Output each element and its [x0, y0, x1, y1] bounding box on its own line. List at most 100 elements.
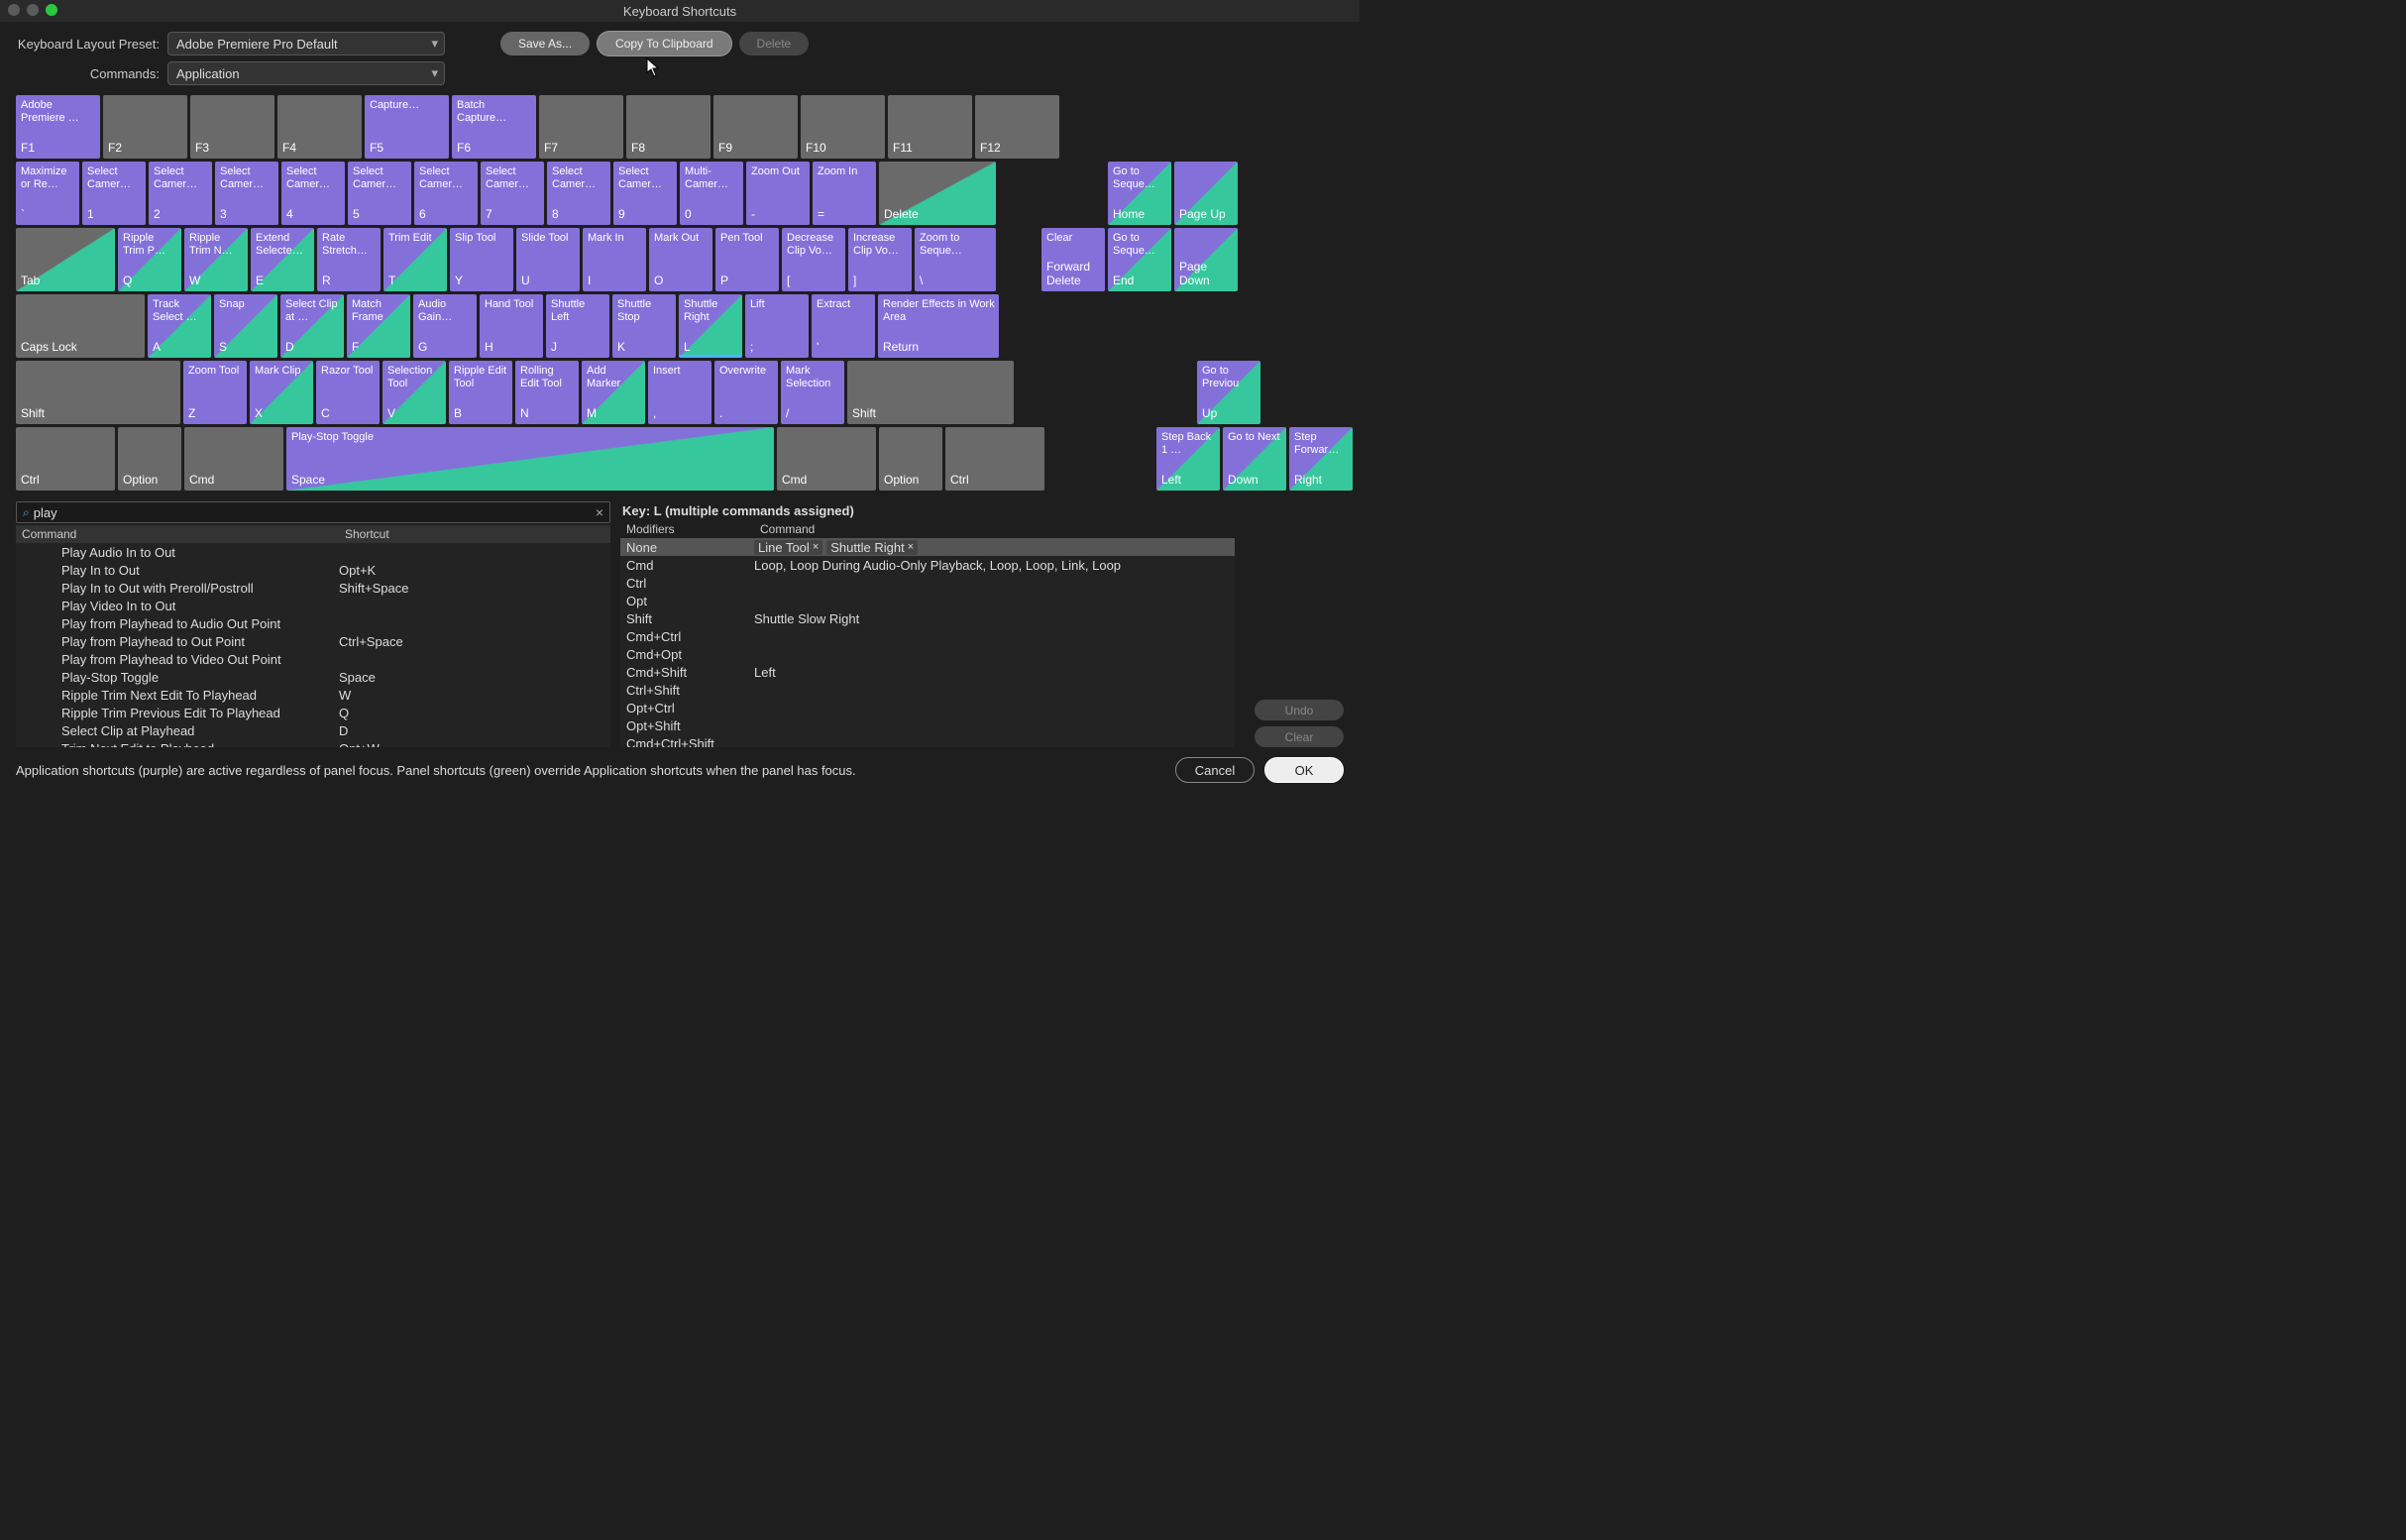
key-,[interactable]: Insert,	[648, 361, 711, 424]
modifier-row[interactable]: Ctrl	[620, 574, 1235, 592]
key-u[interactable]: Slide ToolU	[516, 228, 580, 291]
search-input[interactable]	[34, 505, 596, 520]
modifier-row[interactable]: Ctrl+Shift	[620, 681, 1235, 699]
modifier-row[interactable]: Cmd+Ctrl	[620, 627, 1235, 645]
key-return[interactable]: Render Effects in Work AreaReturn	[878, 294, 999, 358]
command-row[interactable]: Play from Playhead to Out PointCtrl+Spac…	[16, 632, 610, 650]
key-l[interactable]: Shuttle RightL	[679, 294, 742, 358]
preset-select[interactable]: Adobe Premiere Pro Default	[167, 32, 445, 55]
key-d[interactable]: Select Clip at …D	[280, 294, 344, 358]
modifier-row[interactable]: Cmd+Opt	[620, 645, 1235, 663]
clear-search-icon[interactable]: ×	[596, 504, 603, 520]
key-b[interactable]: Ripple Edit ToolB	[449, 361, 512, 424]
modifier-row[interactable]: CmdLoop, Loop During Audio-Only Playback…	[620, 556, 1235, 574]
key-right[interactable]: Step Forwar…Right	[1289, 427, 1353, 491]
command-row[interactable]: Trim Next Edit to PlayheadOpt+W	[16, 739, 610, 747]
key-n[interactable]: Rolling Edit ToolN	[515, 361, 579, 424]
modifier-list[interactable]: NoneLine Tool ×Shuttle Right ×CmdLoop, L…	[620, 538, 1235, 747]
key-f12[interactable]: F12	[975, 95, 1059, 159]
key-;[interactable]: Lift;	[745, 294, 809, 358]
key-f8[interactable]: F8	[626, 95, 711, 159]
key-p[interactable]: Pen ToolP	[715, 228, 779, 291]
command-row[interactable]: Play Audio In to Out	[16, 543, 610, 561]
save-as-button[interactable]: Save As...	[500, 32, 590, 55]
modifier-row[interactable]: NoneLine Tool ×Shuttle Right ×	[620, 538, 1235, 556]
modifier-row[interactable]: Opt+Shift	[620, 716, 1235, 734]
key-z[interactable]: Zoom ToolZ	[183, 361, 247, 424]
key-option[interactable]: Option	[118, 427, 181, 491]
command-chip[interactable]: Shuttle Right ×	[826, 540, 918, 555]
ok-button[interactable]: OK	[1264, 757, 1344, 783]
key-w[interactable]: Ripple Trim N…W	[184, 228, 248, 291]
key-forward-delete[interactable]: ClearForward Delete	[1041, 228, 1105, 291]
key-s[interactable]: SnapS	[214, 294, 277, 358]
command-row[interactable]: Ripple Trim Previous Edit To PlayheadQ	[16, 704, 610, 721]
modifier-row[interactable]: Cmd+Ctrl+Shift	[620, 734, 1235, 747]
minimize-icon[interactable]	[27, 4, 39, 16]
commands-select[interactable]: Application	[167, 61, 445, 85]
modifier-row[interactable]: Opt	[620, 592, 1235, 609]
key-x[interactable]: Mark ClipX	[250, 361, 313, 424]
key-end[interactable]: Go to Seque…End	[1108, 228, 1171, 291]
key-6[interactable]: Select Camer…6	[414, 162, 478, 225]
key-tab[interactable]: Tab	[16, 228, 115, 291]
cancel-button[interactable]: Cancel	[1175, 757, 1255, 783]
key-f[interactable]: Match FrameF	[347, 294, 410, 358]
command-row[interactable]: Ripple Trim Next Edit To PlayheadW	[16, 686, 610, 704]
key-ctrl[interactable]: Ctrl	[16, 427, 115, 491]
key-caps-lock[interactable]: Caps Lock	[16, 294, 145, 358]
chip-remove-icon[interactable]: ×	[908, 541, 914, 553]
search-box[interactable]: ⌕ ×	[16, 501, 610, 523]
key-f4[interactable]: F4	[277, 95, 362, 159]
command-row[interactable]: Select Clip at PlayheadD	[16, 721, 610, 739]
command-row[interactable]: Play from Playhead to Audio Out Point	[16, 614, 610, 632]
key-1[interactable]: Select Camer…1	[82, 162, 146, 225]
key-'[interactable]: Extract'	[812, 294, 875, 358]
key-r[interactable]: Rate Stretch…R	[317, 228, 381, 291]
key-c[interactable]: Razor ToolC	[316, 361, 380, 424]
command-row[interactable]: Play Video In to Out	[16, 597, 610, 614]
key-q[interactable]: Ripple Trim P…Q	[118, 228, 181, 291]
key-i[interactable]: Mark InI	[583, 228, 646, 291]
key-4[interactable]: Select Camer…4	[281, 162, 345, 225]
key-[[interactable]: Decrease Clip Vo…[	[782, 228, 845, 291]
key-f9[interactable]: F9	[713, 95, 798, 159]
key-0[interactable]: Multi-Camer…0	[680, 162, 743, 225]
close-icon[interactable]	[8, 4, 20, 16]
key-page-down[interactable]: Page Down	[1174, 228, 1238, 291]
key-m[interactable]: Add MarkerM	[582, 361, 645, 424]
key-h[interactable]: Hand ToolH	[480, 294, 543, 358]
key-delete[interactable]: Delete	[879, 162, 996, 225]
key-9[interactable]: Select Camer…9	[613, 162, 677, 225]
key-ctrl[interactable]: Ctrl	[945, 427, 1044, 491]
key-][interactable]: Increase Clip Vo…]	[848, 228, 912, 291]
key-j[interactable]: Shuttle LeftJ	[546, 294, 609, 358]
key-7[interactable]: Select Camer…7	[481, 162, 544, 225]
key-down[interactable]: Go to NextDown	[1223, 427, 1286, 491]
command-chip[interactable]: Line Tool ×	[754, 540, 822, 555]
copy-to-clipboard-button[interactable]: Copy To Clipboard	[598, 32, 731, 55]
command-row[interactable]: Play-Stop ToggleSpace	[16, 668, 610, 686]
key-o[interactable]: Mark OutO	[649, 228, 712, 291]
modifier-row[interactable]: ShiftShuttle Slow Right	[620, 609, 1235, 627]
key-shift[interactable]: Shift	[847, 361, 1014, 424]
key-8[interactable]: Select Camer…8	[547, 162, 610, 225]
key-shift[interactable]: Shift	[16, 361, 180, 424]
key-f7[interactable]: F7	[539, 95, 623, 159]
key-5[interactable]: Select Camer…5	[348, 162, 411, 225]
key-page-up[interactable]: Page Up	[1174, 162, 1238, 225]
key-t[interactable]: Trim EditT	[383, 228, 447, 291]
key-f1[interactable]: Adobe Premiere …F1	[16, 95, 100, 159]
key-.[interactable]: Overwrite.	[714, 361, 778, 424]
command-row[interactable]: Play In to OutOpt+K	[16, 561, 610, 579]
modifier-row[interactable]: Opt+Ctrl	[620, 699, 1235, 716]
zoom-icon[interactable]	[46, 4, 57, 16]
command-list[interactable]: Play Audio In to OutPlay In to OutOpt+K P…	[16, 543, 610, 747]
key-/[interactable]: Mark Selection/	[781, 361, 844, 424]
key-3[interactable]: Select Camer…3	[215, 162, 278, 225]
key-g[interactable]: Audio Gain…G	[413, 294, 477, 358]
key-option[interactable]: Option	[879, 427, 942, 491]
key-2[interactable]: Select Camer…2	[149, 162, 212, 225]
key-v[interactable]: Selection ToolV	[383, 361, 446, 424]
key-y[interactable]: Slip ToolY	[450, 228, 513, 291]
